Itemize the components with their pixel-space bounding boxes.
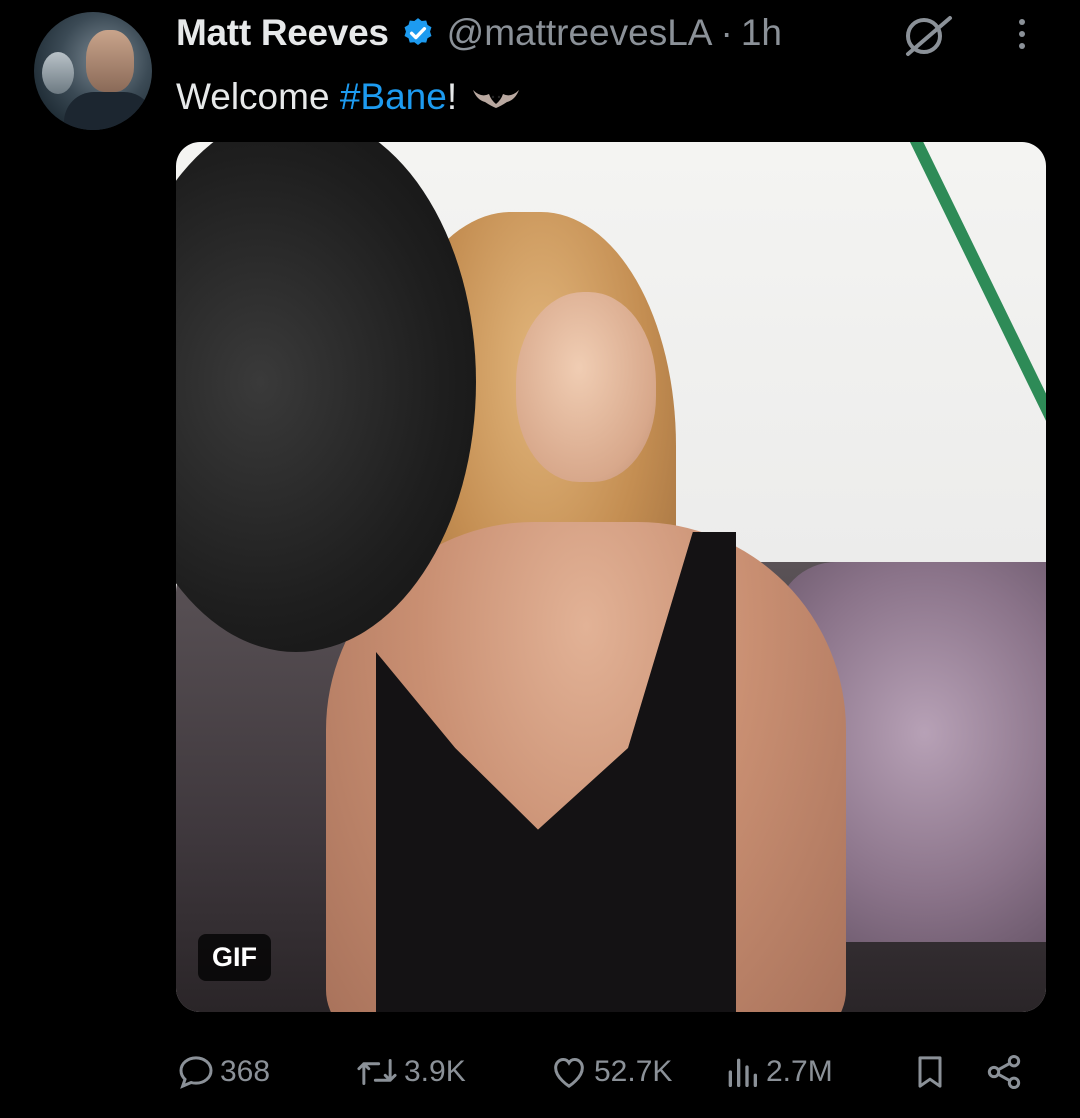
tweet-text-prefix: Welcome bbox=[176, 76, 340, 117]
reply-button[interactable]: 368 bbox=[176, 1052, 270, 1092]
gif-media[interactable]: GIF bbox=[176, 142, 1046, 1012]
action-bar: 368 3.9K 52.7K 2.7M bbox=[176, 1052, 1046, 1102]
views-chart-icon bbox=[728, 1058, 757, 1087]
verified-badge-icon bbox=[404, 18, 432, 46]
background-cord bbox=[896, 142, 1046, 457]
separator-dot: · bbox=[720, 12, 733, 53]
bat-emoji-icon bbox=[473, 90, 520, 108]
author-handle[interactable]: @mattreevesLA bbox=[447, 12, 713, 54]
repost-button[interactable]: 3.9K bbox=[354, 1052, 466, 1092]
author-name[interactable]: Matt Reeves bbox=[176, 12, 389, 54]
share-button[interactable] bbox=[984, 1052, 1028, 1092]
views-button[interactable]: 2.7M bbox=[722, 1052, 833, 1092]
reply-icon bbox=[179, 1056, 213, 1089]
avatar-figure bbox=[42, 52, 74, 94]
heart-icon bbox=[554, 1057, 584, 1088]
gif-badge: GIF bbox=[198, 934, 271, 981]
bookmark-icon bbox=[918, 1056, 942, 1088]
tweet-text-suffix: ! bbox=[446, 76, 458, 117]
avatar-figure bbox=[86, 30, 134, 92]
repost-count: 3.9K bbox=[404, 1055, 466, 1088]
bookmark-button[interactable] bbox=[910, 1052, 954, 1092]
reply-count: 368 bbox=[220, 1055, 271, 1088]
views-count: 2.7M bbox=[766, 1055, 833, 1088]
share-icon bbox=[987, 1055, 1021, 1089]
repost-icon bbox=[357, 1059, 397, 1085]
like-count: 52.7K bbox=[594, 1055, 673, 1088]
tweet-timestamp[interactable]: 1h bbox=[741, 12, 782, 54]
grok-icon[interactable] bbox=[900, 14, 956, 58]
like-button[interactable]: 52.7K bbox=[548, 1052, 672, 1092]
avatar[interactable] bbox=[34, 12, 152, 130]
tweet-header: Matt Reeves @mattreevesLA · 1h bbox=[176, 8, 782, 58]
avatar-figure bbox=[64, 92, 152, 130]
tweet-text: Welcome #Bane ! bbox=[176, 76, 521, 118]
person-face bbox=[516, 292, 656, 482]
hashtag-link[interactable]: #Bane bbox=[340, 76, 447, 118]
more-options-icon[interactable] bbox=[1010, 14, 1034, 54]
